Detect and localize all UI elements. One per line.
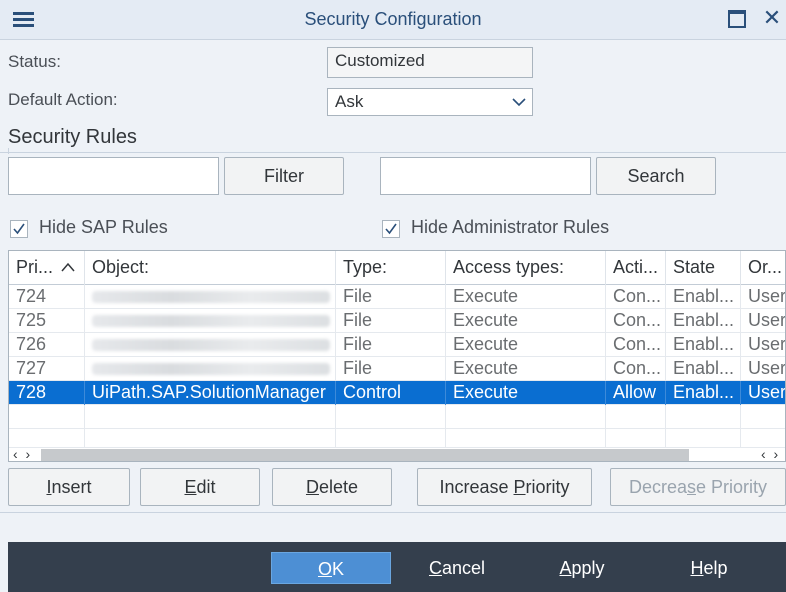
- cell-priority: 728: [9, 381, 85, 405]
- scroll-right-icon[interactable]: ‹ ›: [761, 446, 780, 461]
- cell-action: Con...: [606, 357, 666, 381]
- cell-state: Enabl...: [666, 357, 741, 381]
- cell-type: File: [336, 309, 446, 333]
- column-header-priority[interactable]: Pri...: [9, 251, 85, 285]
- cell-priority: 724: [9, 285, 85, 309]
- edit-button[interactable]: Edit: [140, 468, 260, 506]
- hide-admin-rules-checkbox[interactable]: [382, 220, 400, 238]
- dialog-footer: OK Cancel Apply Help: [8, 542, 786, 592]
- table-row[interactable]: 727 File Execute Con... Enabl... User: [9, 357, 786, 381]
- column-header-object[interactable]: Object:: [85, 251, 336, 285]
- security-rules-table[interactable]: Pri... Object: Type: Access types: Acti.…: [8, 250, 786, 462]
- table-header: Pri... Object: Type: Access types: Acti.…: [9, 251, 785, 285]
- section-title: Security Rules: [8, 126, 137, 148]
- window-title: Security Configuration: [304, 9, 482, 29]
- cell-origin: User: [748, 334, 786, 354]
- scrollbar-thumb[interactable]: [41, 449, 689, 461]
- hide-sap-rules-label: Hide SAP Rules: [39, 217, 168, 237]
- apply-button[interactable]: Apply: [548, 552, 616, 584]
- default-action-label: Default Action:: [8, 90, 118, 109]
- help-button[interactable]: Help: [676, 552, 742, 584]
- cell-type: Control: [336, 381, 446, 405]
- cell-origin: User: [748, 310, 786, 330]
- cell-object: [85, 309, 336, 333]
- section-divider-tick: [8, 148, 9, 154]
- sort-ascending-icon: [61, 262, 75, 272]
- column-header-access-types[interactable]: Access types:: [446, 251, 606, 285]
- cell-priority: 726: [9, 333, 85, 357]
- table-row[interactable]: 725 File Execute Con... Enabl... User: [9, 309, 786, 333]
- cell-origin: User: [748, 286, 786, 306]
- filter-button[interactable]: Filter: [224, 157, 344, 195]
- cell-object: [85, 333, 336, 357]
- cell-priority: 725: [9, 309, 85, 333]
- delete-button[interactable]: Delete: [272, 468, 392, 506]
- cell-origin: User: [748, 358, 786, 378]
- cell-access: Execute: [446, 357, 606, 381]
- cell-type: File: [336, 333, 446, 357]
- cell-priority: 727: [9, 357, 85, 381]
- cell-action: Con...: [606, 285, 666, 309]
- checkmark-icon: [13, 223, 25, 235]
- decrease-priority-button[interactable]: Decrease Priority: [610, 468, 786, 506]
- cell-type: File: [336, 285, 446, 309]
- table-row[interactable]: 726 File Execute Con... Enabl... User: [9, 333, 786, 357]
- footer-divider: [0, 512, 786, 513]
- cell-object: [85, 285, 336, 309]
- cell-action: Con...: [606, 333, 666, 357]
- cell-access: Execute: [446, 333, 606, 357]
- increase-priority-button[interactable]: Increase Priority: [417, 468, 592, 506]
- cell-access: Execute: [446, 309, 606, 333]
- cell-state: Enabl...: [666, 381, 741, 405]
- cell-state: Enabl...: [666, 285, 741, 309]
- cell-origin: User: [748, 382, 786, 402]
- cancel-button[interactable]: Cancel: [417, 552, 497, 584]
- redacted-object-path: [92, 315, 330, 327]
- cell-access: Execute: [446, 285, 606, 309]
- status-label: Status:: [8, 52, 61, 71]
- checkmark-icon: [385, 223, 397, 235]
- section-divider: [0, 152, 786, 153]
- table-row[interactable]: 728 UiPath.SAP.SolutionManager Control Exec…: [9, 381, 786, 405]
- title-bar: Security Configuration ✕: [0, 0, 786, 40]
- redacted-object-path: [92, 339, 330, 351]
- column-header-origin[interactable]: Or...: [741, 251, 785, 285]
- cell-type: File: [336, 357, 446, 381]
- chevron-down-icon: [512, 98, 526, 107]
- default-action-value: Ask: [335, 92, 364, 111]
- close-icon[interactable]: ✕: [762, 7, 782, 29]
- maximize-icon[interactable]: [728, 10, 746, 28]
- column-header-type[interactable]: Type:: [336, 251, 446, 285]
- hide-sap-rules-checkbox[interactable]: [10, 220, 28, 238]
- filter-input[interactable]: [8, 157, 219, 195]
- cell-object: [85, 357, 336, 381]
- search-button[interactable]: Search: [596, 157, 716, 195]
- status-field: Customized: [327, 47, 533, 78]
- cell-object: UiPath.SAP.SolutionManager: [85, 381, 336, 405]
- column-header-state[interactable]: State: [666, 251, 741, 285]
- redacted-object-path: [92, 363, 330, 375]
- horizontal-scrollbar[interactable]: ‹ › ‹ ›: [9, 446, 785, 461]
- cell-state: Enabl...: [666, 333, 741, 357]
- cell-access: Execute: [446, 381, 606, 405]
- column-header-action[interactable]: Acti...: [606, 251, 666, 285]
- ok-button[interactable]: OK: [271, 552, 391, 584]
- table-row[interactable]: 724 File Execute Con... Enabl... User: [9, 285, 786, 309]
- scroll-left-icon[interactable]: ‹ ›: [13, 446, 32, 461]
- search-input[interactable]: [380, 157, 591, 195]
- hide-admin-rules-label: Hide Administrator Rules: [411, 217, 610, 237]
- table-row-empty: [9, 405, 785, 429]
- redacted-object-path: [92, 291, 330, 303]
- cell-action: Allow: [606, 381, 666, 405]
- insert-button[interactable]: Insert: [8, 468, 130, 506]
- cell-action: Con...: [606, 309, 666, 333]
- cell-state: Enabl...: [666, 309, 741, 333]
- default-action-select[interactable]: Ask: [327, 88, 533, 116]
